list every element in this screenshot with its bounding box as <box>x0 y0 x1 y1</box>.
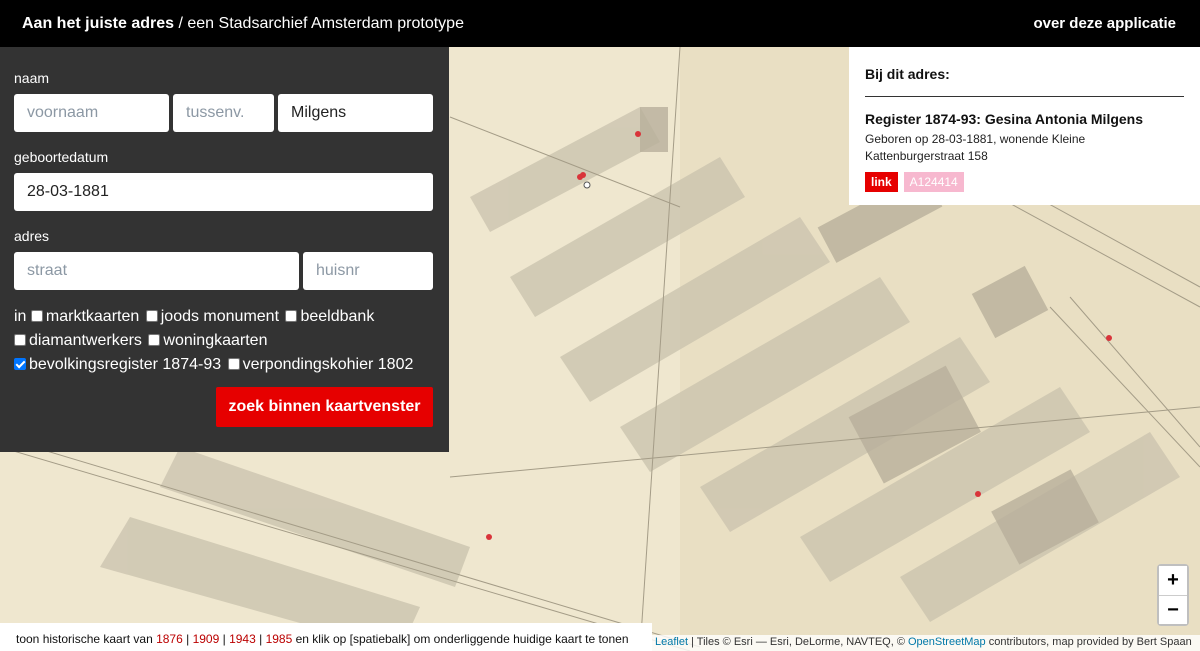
result-id-badge: A124414 <box>903 172 964 192</box>
checkbox-diamantwerkers[interactable] <box>14 334 26 346</box>
checkbox-woningkaarten[interactable] <box>148 334 161 346</box>
historic-map-bar: toon historische kaart van 1876 | 1909 |… <box>0 623 652 651</box>
historic-prefix: toon historische kaart van <box>16 632 157 646</box>
historic-suffix: en klik op [spatiebalk] om onderliggende… <box>292 632 629 646</box>
source-beeldbank[interactable]: beeldbank <box>285 308 374 325</box>
year-1876-link[interactable]: 1876 <box>156 632 183 646</box>
name-label: naam <box>14 70 50 86</box>
checkbox-joods-monument[interactable] <box>145 310 158 322</box>
openstreetmap-link[interactable]: OpenStreetMap <box>908 636 986 648</box>
top-header: Aan het juiste adres / een Stadsarchief … <box>0 0 1200 47</box>
leaflet-link[interactable]: Leaflet <box>655 636 688 648</box>
attribution-rest: contributors, map provided by Bert Spaan <box>985 636 1192 648</box>
year-separator: | <box>255 632 266 646</box>
zoom-in-button[interactable]: + <box>1159 566 1187 595</box>
source-bevolkingsregister[interactable]: bevolkingsregister 1874-93 <box>14 356 221 373</box>
year-1985-link[interactable]: 1985 <box>266 632 293 646</box>
map-attribution: Leaflet | Tiles © Esri — Esri, DeLorme, … <box>652 635 1200 651</box>
source-filters: in marktkaarten joods monument beeldbank… <box>14 305 439 377</box>
year-separator: | <box>219 632 230 646</box>
source-marktkaarten[interactable]: marktkaarten <box>30 308 139 325</box>
result-card: Bij dit adres: Register 1874-93: Gesina … <box>849 47 1200 205</box>
result-badges: link A124414 <box>865 172 1184 192</box>
source-joods-monument[interactable]: joods monument <box>145 308 279 325</box>
about-link[interactable]: over deze applicatie <box>1033 15 1176 32</box>
zoom-out-button[interactable]: − <box>1159 595 1187 624</box>
result-title: Register 1874-93: Gesina Antonia Milgens <box>865 111 1144 127</box>
in-label: in <box>14 308 27 325</box>
result-link-button[interactable]: link <box>865 172 898 192</box>
source-woningkaarten[interactable]: woningkaarten <box>148 332 267 349</box>
dob-label: geboortedatum <box>14 149 109 165</box>
search-in-map-button[interactable]: zoek binnen kaartvenster <box>216 387 433 427</box>
result-description: Geboren op 28-03-1881, wonende Kleine Ka… <box>865 132 1086 163</box>
year-1943-link[interactable]: 1943 <box>229 632 256 646</box>
zoom-control: + − <box>1157 564 1189 626</box>
checkbox-bevolkingsregister[interactable] <box>14 358 26 370</box>
year-separator: | <box>182 632 193 646</box>
checkbox-marktkaarten[interactable] <box>30 310 43 322</box>
search-panel: naam geboortedatum adres in marktkaarten… <box>0 47 449 452</box>
last-name-input[interactable] <box>278 94 433 132</box>
address-label: adres <box>14 228 50 244</box>
dob-input[interactable] <box>14 173 433 211</box>
checkbox-verpondingskohier[interactable] <box>227 358 240 370</box>
source-diamantwerkers[interactable]: diamantwerkers <box>14 332 142 349</box>
checkbox-beeldbank[interactable] <box>285 310 298 322</box>
app-title-rest: / een Stadsarchief Amsterdam prototype <box>174 14 464 32</box>
infix-input[interactable] <box>173 94 274 132</box>
year-1909-link[interactable]: 1909 <box>193 632 220 646</box>
house-number-input[interactable] <box>303 252 433 290</box>
app-title-bold: Aan het juiste adres <box>22 14 175 32</box>
source-verpondingskohier[interactable]: verpondingskohier 1802 <box>227 356 413 373</box>
street-input[interactable] <box>14 252 299 290</box>
first-name-input[interactable] <box>14 94 169 132</box>
result-heading: Bij dit adres: <box>865 66 1184 97</box>
app-title: Aan het juiste adres / een Stadsarchief … <box>22 15 464 33</box>
tiles-credit: | Tiles © Esri — Esri, DeLorme, NAVTEQ, … <box>688 636 908 648</box>
